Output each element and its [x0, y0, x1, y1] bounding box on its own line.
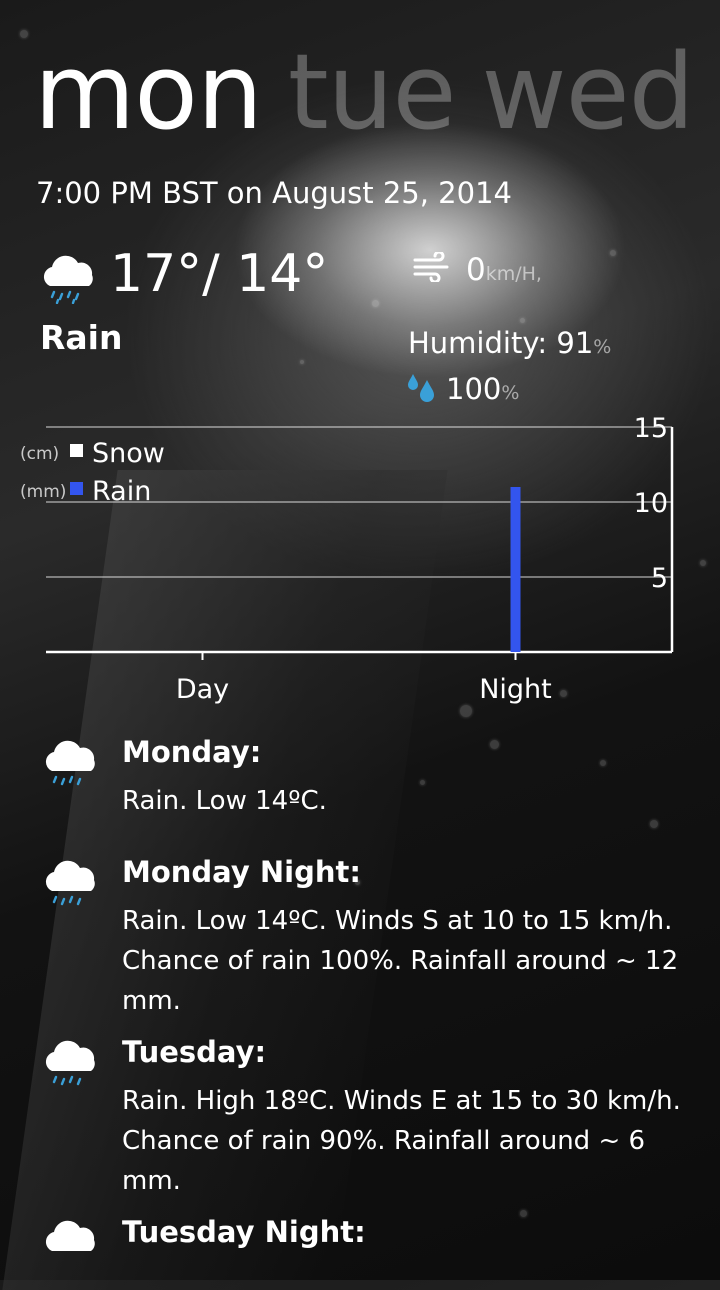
tab-mon[interactable]: mon	[34, 40, 262, 144]
legend-unit: (cm)	[20, 444, 59, 464]
x-category-label: Night	[479, 674, 552, 705]
forecast-description: Rain. High 18ºC. Winds E at 15 to 30 km/…	[122, 1081, 692, 1201]
rain-cloud-icon	[40, 855, 100, 913]
legend-swatch-rain	[70, 482, 83, 495]
humidity-unit: %	[593, 336, 611, 358]
rain-cloud-icon	[40, 735, 100, 793]
wind-speed-unit: km/H,	[486, 263, 542, 285]
y-tick-label: 15	[634, 415, 668, 444]
rain-cloud-icon	[38, 252, 98, 308]
pivot-tabs: montuewedt	[34, 40, 720, 144]
wind-icon	[412, 252, 452, 286]
y-tick-label: 5	[651, 563, 668, 594]
bar-rain-night	[511, 487, 521, 652]
forecast-description: Rain. Low 14ºC. Winds S at 10 to 15 km/h…	[122, 901, 692, 1021]
legend-label-rain: Rain	[92, 476, 151, 507]
precipitation-chance: 100%	[446, 372, 519, 406]
tab-wed[interactable]: wed	[482, 40, 694, 144]
rain-cloud-icon	[40, 1035, 100, 1093]
temperature-high-low: 17°/ 14°	[110, 244, 328, 304]
y-tick-label: 10	[634, 488, 668, 519]
forecast-title: Monday:	[122, 735, 261, 769]
tab-tue[interactable]: tue	[288, 40, 456, 144]
observation-datetime: 7:00 PM BST on August 25, 2014	[36, 176, 512, 210]
wind-speed: 0km/H,	[466, 252, 542, 288]
humidity-label: Humidity: 91	[408, 326, 593, 360]
forecast-title: Tuesday Night:	[122, 1215, 366, 1249]
x-category-label: Day	[176, 674, 229, 705]
legend-label-snow: Snow	[92, 438, 165, 469]
legend-unit: (mm)	[20, 482, 66, 502]
cloud-icon	[40, 1215, 100, 1273]
humidity: Humidity: 91%	[408, 326, 611, 360]
precip-unit: %	[501, 382, 519, 404]
precip-value: 100	[446, 372, 501, 406]
raindrop-icon	[405, 372, 439, 408]
legend-swatch-snow	[70, 444, 83, 457]
forecast-title: Tuesday:	[122, 1035, 266, 1069]
precipitation-chart: 5 10 15 Day Night (cm) Snow (mm) Rain	[0, 415, 720, 715]
wind-speed-value: 0	[466, 252, 486, 288]
forecast-title: Monday Night:	[122, 855, 361, 889]
forecast-description: Rain. Low 14ºC.	[122, 781, 692, 821]
current-condition: Rain	[40, 318, 122, 357]
